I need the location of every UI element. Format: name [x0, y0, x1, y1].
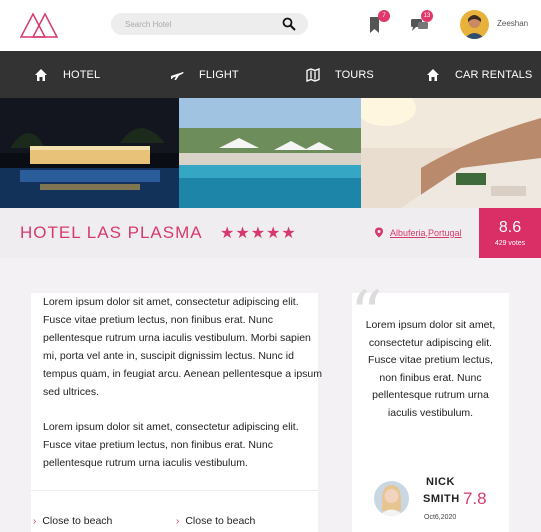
location-link[interactable]: Albuferia,Portugal — [374, 227, 462, 238]
amenity-item: › Close to beach — [33, 515, 112, 527]
top-header: 7 13 Zeeshan — [0, 0, 541, 51]
search-icon[interactable] — [282, 17, 296, 31]
plane-icon — [171, 71, 184, 80]
search-input[interactable] — [125, 16, 275, 32]
reviewer-score: 7.8 — [463, 489, 487, 508]
amenity-label: Close to beach — [42, 515, 113, 527]
home-icon — [427, 68, 439, 81]
home-icon — [35, 68, 47, 81]
nav-item-hotel[interactable]: HOTEL — [34, 51, 100, 98]
nav-label: CAR RENTALS — [455, 68, 533, 81]
photo-night-pool[interactable] — [0, 98, 179, 208]
rating-box: 8.6 429 votes — [479, 208, 541, 258]
reviewer-avatar[interactable] — [374, 481, 409, 516]
nav-item-tours[interactable]: TOURS — [306, 51, 374, 98]
description-text: Lorem ipsum dolor sit amet, consectetur … — [43, 293, 323, 472]
reviewer-first-name: NICK — [426, 476, 455, 488]
nav-label: TOURS — [335, 68, 374, 81]
photo-coast-terrace[interactable] — [361, 98, 541, 208]
user-avatar[interactable] — [460, 10, 489, 39]
divider — [31, 490, 318, 491]
notifications-badge: 7 — [378, 10, 390, 22]
description-paragraph: Lorem ipsum dolor sit amet, consectetur … — [43, 296, 323, 398]
nav-item-flight[interactable]: FLIGHT — [170, 51, 239, 98]
hotel-title: HOTEL LAS PLASMA — [20, 223, 203, 242]
reviewer-last-name: SMITH — [423, 493, 460, 505]
chevron-right-icon: › — [33, 515, 37, 527]
nav-label: HOTEL — [63, 68, 101, 81]
logo-icon[interactable] — [20, 11, 58, 38]
avatar-image — [460, 10, 489, 39]
amenity-item: › Close to beach — [176, 515, 255, 527]
messages-button[interactable]: 13 — [409, 10, 433, 36]
description-card: Lorem ipsum dolor sit amet, consectetur … — [31, 293, 322, 532]
main-nav: HOTEL FLIGHT TOURS CAR RENTALS — [0, 51, 541, 98]
chevron-right-icon: › — [176, 515, 180, 527]
photo-day-pool[interactable] — [179, 98, 361, 208]
star-rating: ★★★★★ — [220, 225, 297, 242]
search-bar — [111, 13, 308, 35]
nav-item-car-rentals[interactable]: CAR RENTALS — [426, 51, 532, 98]
description-paragraph: Lorem ipsum dolor sit amet, consectetur … — [43, 421, 299, 469]
map-icon — [306, 67, 320, 82]
review-date: Oct6,2020 — [424, 514, 457, 521]
username[interactable]: Zeeshan — [497, 19, 528, 28]
location-text: Albuferia,Portugal — [390, 227, 462, 238]
avatar-image — [374, 481, 409, 516]
nav-label: FLIGHT — [199, 68, 239, 81]
review-card: “ Lorem ipsum dolor sit amet, consectetu… — [350, 283, 509, 532]
review-quote: Lorem ipsum dolor sit amet, consectetur … — [365, 319, 496, 419]
messages-badge: 13 — [421, 10, 433, 22]
map-pin-icon — [375, 227, 383, 238]
hotel-header: HOTEL LAS PLASMA ★★★★★ Albuferia,Portuga… — [0, 208, 541, 258]
amenity-label: Close to beach — [185, 515, 256, 527]
photo-gallery — [0, 98, 541, 208]
rating-votes: 429 votes — [494, 240, 526, 247]
notifications-button[interactable]: 7 — [366, 10, 390, 36]
rating-score: 8.6 — [498, 219, 522, 236]
